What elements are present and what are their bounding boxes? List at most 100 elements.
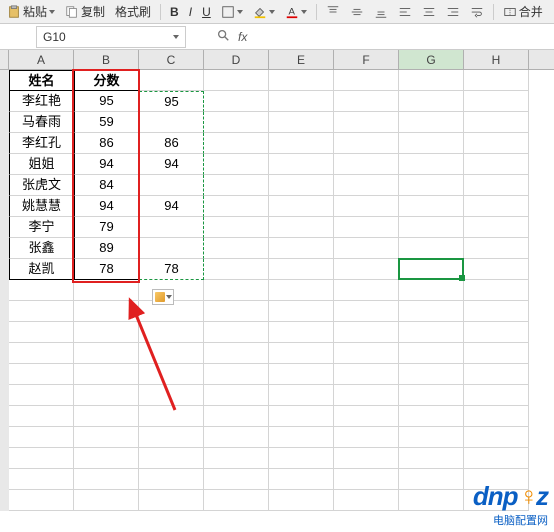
paste-button[interactable]: 粘贴: [4, 2, 58, 21]
cell[interactable]: [204, 133, 269, 154]
cell[interactable]: 李宁: [9, 217, 74, 238]
cell[interactable]: [74, 280, 139, 301]
cell[interactable]: [399, 196, 464, 217]
cell[interactable]: [334, 133, 399, 154]
cell[interactable]: [204, 217, 269, 238]
cell[interactable]: [269, 70, 334, 91]
cell[interactable]: 78: [74, 259, 139, 280]
cell[interactable]: [74, 364, 139, 385]
cell[interactable]: 赵凯: [9, 259, 74, 280]
cell[interactable]: [139, 238, 204, 259]
cell[interactable]: 86: [74, 133, 139, 154]
cell[interactable]: [334, 196, 399, 217]
cell[interactable]: [269, 364, 334, 385]
cell[interactable]: [139, 469, 204, 490]
cell[interactable]: [204, 301, 269, 322]
cell[interactable]: [334, 175, 399, 196]
cell[interactable]: [204, 364, 269, 385]
cell[interactable]: [269, 343, 334, 364]
col-header-A[interactable]: A: [9, 50, 74, 69]
cell[interactable]: [9, 301, 74, 322]
cell[interactable]: [269, 217, 334, 238]
cell[interactable]: [464, 343, 529, 364]
cell[interactable]: 95: [74, 91, 139, 112]
cell[interactable]: [399, 343, 464, 364]
cell[interactable]: [269, 196, 334, 217]
cell[interactable]: [204, 70, 269, 91]
cell[interactable]: [204, 406, 269, 427]
cell[interactable]: [464, 70, 529, 91]
cell[interactable]: [204, 238, 269, 259]
cell[interactable]: 李红孔: [9, 133, 74, 154]
cell[interactable]: [269, 154, 334, 175]
cell[interactable]: [74, 343, 139, 364]
cell[interactable]: [204, 427, 269, 448]
cell[interactable]: [74, 322, 139, 343]
fx-icon[interactable]: fx: [238, 30, 247, 44]
cell[interactable]: [464, 280, 529, 301]
cell[interactable]: [204, 154, 269, 175]
cell[interactable]: 马春雨: [9, 112, 74, 133]
cell[interactable]: [334, 322, 399, 343]
cell[interactable]: [139, 385, 204, 406]
cell[interactable]: [204, 490, 269, 511]
cell[interactable]: [9, 406, 74, 427]
cell[interactable]: [464, 406, 529, 427]
underline-button[interactable]: U: [199, 4, 214, 20]
cell[interactable]: [269, 469, 334, 490]
cell[interactable]: [464, 238, 529, 259]
cell[interactable]: [9, 427, 74, 448]
cell[interactable]: [9, 385, 74, 406]
wrap-text-button[interactable]: [467, 4, 487, 20]
cell[interactable]: 姐姐: [9, 154, 74, 175]
cell[interactable]: [139, 490, 204, 511]
border-button[interactable]: [218, 4, 246, 20]
cell[interactable]: 94: [139, 154, 204, 175]
align-right-button[interactable]: [443, 4, 463, 20]
cell[interactable]: [204, 343, 269, 364]
merge-button[interactable]: 合并: [500, 2, 546, 21]
select-all-corner[interactable]: [0, 50, 9, 69]
col-header-E[interactable]: E: [269, 50, 334, 69]
cell[interactable]: [204, 112, 269, 133]
cell[interactable]: [269, 406, 334, 427]
cell[interactable]: [139, 175, 204, 196]
cell[interactable]: [334, 343, 399, 364]
cell[interactable]: [74, 406, 139, 427]
format-painter-button[interactable]: 格式刷: [112, 2, 154, 21]
cell[interactable]: [9, 322, 74, 343]
cell[interactable]: [334, 259, 399, 280]
cell[interactable]: [334, 427, 399, 448]
cell[interactable]: [74, 385, 139, 406]
cell[interactable]: [399, 238, 464, 259]
cell[interactable]: [464, 196, 529, 217]
cell[interactable]: [204, 259, 269, 280]
cell[interactable]: [269, 259, 334, 280]
cell[interactable]: [269, 238, 334, 259]
cell[interactable]: [399, 70, 464, 91]
cell[interactable]: 79: [74, 217, 139, 238]
cell[interactable]: [269, 385, 334, 406]
cell[interactable]: [399, 322, 464, 343]
cell[interactable]: [74, 490, 139, 511]
cell[interactable]: [464, 112, 529, 133]
cell[interactable]: [399, 91, 464, 112]
col-header-D[interactable]: D: [204, 50, 269, 69]
cell[interactable]: [204, 196, 269, 217]
cell[interactable]: [204, 175, 269, 196]
cell[interactable]: [464, 301, 529, 322]
cell[interactable]: 分数: [74, 70, 139, 91]
cell[interactable]: 78: [139, 259, 204, 280]
cell[interactable]: [399, 427, 464, 448]
fill-color-button[interactable]: [250, 4, 278, 20]
cell[interactable]: 94: [74, 196, 139, 217]
cell[interactable]: [399, 301, 464, 322]
cell[interactable]: [399, 217, 464, 238]
cell[interactable]: [464, 322, 529, 343]
cell[interactable]: 姚慧慧: [9, 196, 74, 217]
cell[interactable]: [399, 385, 464, 406]
cell[interactable]: [139, 343, 204, 364]
cell[interactable]: [139, 322, 204, 343]
cell[interactable]: [74, 301, 139, 322]
cell[interactable]: 姓名: [9, 70, 74, 91]
